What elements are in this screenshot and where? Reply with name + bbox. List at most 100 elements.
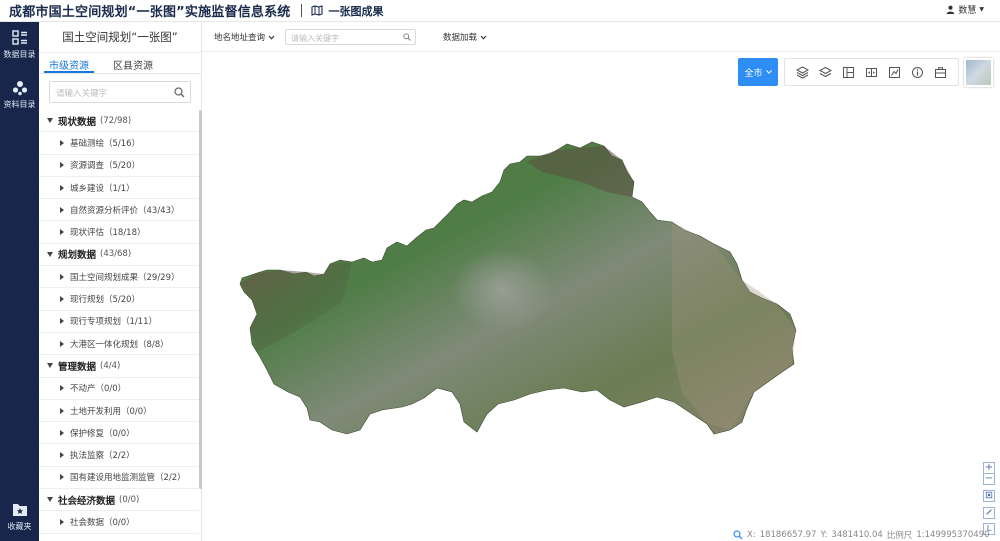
- tree-label: 管理数据: [58, 361, 97, 373]
- app-title: 成都市国土空间规划“一张图”实施监督信息系统: [9, 5, 291, 20]
- tree-label: 社会数据（0/0）: [70, 517, 135, 528]
- map-canvas[interactable]: [202, 52, 1000, 541]
- data-load-label: 数据加载: [443, 33, 478, 43]
- tree-label: 现状数据: [58, 116, 97, 128]
- x-label: X:: [747, 530, 756, 540]
- nav-rail: 数据目录 资料目录 收藏夹: [0, 22, 39, 541]
- full-extent-button[interactable]: [983, 490, 995, 502]
- tree-label: 规划数据: [58, 250, 97, 262]
- panel-title: 国土空间规划“一张图”: [39, 22, 201, 53]
- tree-label: 资源调查（5/20）: [70, 161, 141, 172]
- favorites-icon: [12, 504, 27, 516]
- data-load-dropdown[interactable]: 数据加载: [443, 31, 487, 43]
- caret-right-icon[interactable]: [60, 229, 64, 236]
- caret-right-icon[interactable]: [60, 184, 64, 191]
- rail-label: 数据目录: [3, 50, 36, 59]
- caret-right-icon[interactable]: [60, 340, 64, 347]
- tree-item[interactable]: 资源调查（5/20）: [39, 155, 199, 177]
- search-icon[interactable]: [174, 87, 185, 98]
- tree-category[interactable]: 管理数据 (4/4): [39, 355, 199, 378]
- rail-item-materials[interactable]: 资料目录: [0, 80, 39, 110]
- tree-count: (0/0): [119, 494, 140, 505]
- scale-label: 比例尺: [886, 531, 913, 541]
- tree-item[interactable]: 自然资源分析评价（43/43）: [39, 199, 199, 222]
- tree-item[interactable]: 国土空间规划成果（29/29）: [39, 266, 199, 289]
- tree-item[interactable]: 现状评估（18/18）: [39, 221, 199, 244]
- tree-count: (4/4): [100, 360, 121, 371]
- tree-item[interactable]: 城乡建设（1/1）: [39, 177, 199, 200]
- resource-tree: 现状数据 (72/98) 基础测绘（5/16） 资源调查（5/20） 城乡建设（1/1）…: [39, 110, 199, 541]
- caret-down-icon[interactable]: [47, 251, 53, 257]
- catalog-icon: [11, 30, 27, 45]
- region-select-button[interactable]: 全市: [738, 58, 778, 86]
- tab-district-resources[interactable]: 区县资源: [108, 53, 158, 73]
- caret-right-icon[interactable]: [60, 206, 64, 213]
- caret-right-icon[interactable]: [60, 518, 64, 525]
- tree-item[interactable]: 国有建设用地监测监管（2/2）: [39, 467, 199, 490]
- materials-icon: [12, 81, 27, 96]
- search-icon[interactable]: [733, 530, 743, 540]
- module-title: 一张图成果: [328, 4, 384, 18]
- place-query-dropdown[interactable]: 地名地址查询: [214, 31, 275, 43]
- tab-city-resources[interactable]: 市级资源: [44, 53, 94, 73]
- caret-right-icon[interactable]: [60, 296, 64, 303]
- caret-right-icon[interactable]: [60, 385, 64, 392]
- tree-item[interactable]: 基础测绘（5/16）: [39, 132, 199, 155]
- place-query-label: 地名地址查询: [214, 33, 266, 43]
- split-screen-icon[interactable]: [842, 66, 855, 79]
- caret-right-icon[interactable]: [60, 273, 64, 280]
- caret-right-icon[interactable]: [60, 452, 64, 459]
- caret-right-icon[interactable]: [60, 429, 64, 436]
- measure-button[interactable]: [983, 507, 995, 519]
- place-search-input[interactable]: 请输入关键字: [285, 29, 416, 45]
- tree-item[interactable]: 保护修复（0/0）: [39, 422, 199, 445]
- search-icon[interactable]: [403, 33, 411, 41]
- tree-label: 国有建设用地监测监管（2/2）: [70, 473, 186, 484]
- caret-down-icon[interactable]: [47, 363, 53, 369]
- tree-item[interactable]: 现行规划（5/20）: [39, 288, 199, 311]
- caret-down-icon[interactable]: [47, 497, 53, 503]
- caret-right-icon[interactable]: [60, 318, 64, 325]
- user-menu[interactable]: 数慧 ▼: [946, 3, 984, 16]
- caret-right-icon[interactable]: [60, 474, 64, 481]
- rail-item-data-catalog[interactable]: 数据目录: [0, 30, 39, 60]
- caret-down-icon[interactable]: [47, 118, 53, 124]
- user-icon: [947, 5, 955, 14]
- tree-category[interactable]: 社会经济数据 (0/0): [39, 489, 199, 512]
- tree-item[interactable]: 社会数据（0/0）: [39, 511, 199, 534]
- tree-label: 社会经济数据: [58, 495, 116, 507]
- tree-item[interactable]: 不动产（0/0）: [39, 378, 199, 400]
- caret-right-icon[interactable]: [60, 407, 64, 414]
- zoom-out-button[interactable]: −: [983, 473, 995, 485]
- map-book-icon: [310, 5, 323, 16]
- caret-right-icon[interactable]: [60, 139, 64, 146]
- map-toolbar: 地名地址查询 请输入关键字 数据加载: [202, 22, 1000, 52]
- chevron-down-icon: [765, 70, 772, 74]
- basemap-switcher[interactable]: [964, 58, 993, 87]
- chevron-down-icon: [480, 35, 487, 40]
- tree-label: 自然资源分析评价（43/43）: [70, 205, 180, 216]
- title-divider: [300, 4, 302, 17]
- chart-icon[interactable]: [888, 66, 901, 79]
- caret-right-icon[interactable]: [60, 162, 64, 169]
- layers-icon[interactable]: [796, 65, 809, 79]
- resource-search-input[interactable]: 请输入关键字: [49, 81, 191, 103]
- rail-item-favorites[interactable]: 收藏夹: [0, 502, 39, 532]
- tree-category[interactable]: 规划数据 (43/68): [39, 244, 199, 267]
- chengdu-imagery-map[interactable]: [202, 52, 1000, 541]
- tree-item[interactable]: 执法监察（2/2）: [39, 444, 199, 467]
- caret-down-icon: ▼: [979, 6, 984, 13]
- toolbox-icon[interactable]: [934, 66, 947, 79]
- tree-item[interactable]: 大港区一体化规划（8/8）: [39, 333, 199, 356]
- tree-item[interactable]: 现行专项规划（1/11）: [39, 311, 199, 333]
- info-icon[interactable]: [911, 66, 924, 79]
- chevron-down-icon: [268, 35, 275, 40]
- tree-item[interactable]: 土地开发利用（0/0）: [39, 400, 199, 423]
- tree-category[interactable]: 现状数据 (72/98): [39, 110, 199, 133]
- ruler-icon: [986, 509, 992, 515]
- tree-label: 基础测绘（5/16）: [70, 138, 141, 149]
- compare-icon[interactable]: [865, 66, 878, 79]
- user-name: 数慧: [958, 6, 977, 16]
- layer-stack-icon[interactable]: [819, 66, 832, 79]
- full-extent-icon: [985, 491, 993, 499]
